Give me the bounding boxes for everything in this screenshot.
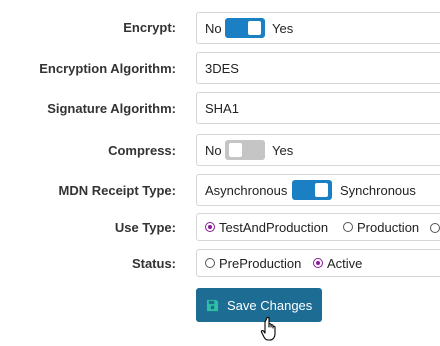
radio-selected-icon [313, 258, 323, 268]
use-type-option-production[interactable]: Production [343, 214, 419, 240]
signature-algorithm-row: Signature Algorithm: SHA1 [0, 92, 440, 124]
encryption-algorithm-label: Encryption Algorithm: [39, 61, 176, 76]
status-label: Status: [131, 256, 176, 271]
save-changes-button[interactable]: Save Changes [196, 288, 322, 322]
compress-toggle[interactable] [225, 140, 265, 160]
compress-row: Compress: No Yes [0, 134, 440, 166]
use-type-option-testandproduction[interactable]: TestAndProduction [205, 214, 328, 240]
mdn-synchronous-text: Synchronous [340, 182, 416, 198]
signature-algorithm-select[interactable]: SHA1 [196, 92, 440, 124]
encryption-algorithm-value: 3DES [205, 60, 239, 76]
floppy-disk-icon [206, 299, 219, 311]
toggle-knob [229, 143, 242, 157]
status-radio-group: PreProduction Active [196, 249, 440, 277]
use-type-option-label: Production [357, 219, 420, 235]
use-type-row: Use Type: TestAndProduction Production [0, 213, 440, 241]
mdn-asynchronous-text: Asynchronous [205, 182, 288, 198]
signature-algorithm-value: SHA1 [205, 100, 239, 116]
status-option-active[interactable]: Active [313, 250, 362, 276]
signature-algorithm-label: Signature Algorithm: [47, 101, 176, 116]
encrypt-no-text: No [205, 20, 222, 36]
status-row: Status: PreProduction Active [0, 249, 440, 277]
toggle-knob [315, 183, 328, 197]
compress-field: No Yes [196, 134, 440, 166]
use-type-option-label: TestAndProduction [219, 219, 329, 235]
radio-unselected-icon [343, 222, 353, 232]
status-option-label: PreProduction [219, 255, 302, 271]
save-changes-label: Save Changes [227, 297, 313, 313]
compress-yes-text: Yes [272, 142, 294, 158]
compress-label: Compress: [108, 143, 176, 158]
mdn-receipt-type-row: MDN Receipt Type: Asynchronous Synchrono… [0, 174, 440, 206]
use-type-radio-group: TestAndProduction Production [196, 213, 440, 241]
use-type-option-more-radio[interactable] [430, 223, 440, 233]
status-option-label: Active [327, 255, 363, 271]
encryption-algorithm-row: Encryption Algorithm: 3DES [0, 52, 440, 84]
encrypt-yes-text: Yes [272, 20, 294, 36]
mdn-receipt-type-field: Asynchronous Synchronous [196, 174, 440, 206]
encrypt-toggle[interactable] [225, 18, 265, 38]
hand-cursor-icon [260, 316, 276, 341]
encrypt-label: Encrypt: [123, 20, 176, 35]
radio-unselected-icon [205, 258, 215, 268]
radio-selected-icon [205, 222, 215, 232]
compress-no-text: No [205, 142, 222, 158]
toggle-knob [248, 21, 261, 35]
encrypt-field: No Yes [196, 12, 440, 44]
use-type-label: Use Type: [114, 220, 176, 235]
status-option-preproduction[interactable]: PreProduction [205, 250, 301, 276]
mdn-receipt-type-toggle[interactable] [292, 180, 332, 200]
encrypt-row: Encrypt: No Yes [0, 12, 440, 44]
encryption-algorithm-select[interactable]: 3DES [196, 52, 440, 84]
mdn-receipt-type-label: MDN Receipt Type: [58, 183, 177, 198]
